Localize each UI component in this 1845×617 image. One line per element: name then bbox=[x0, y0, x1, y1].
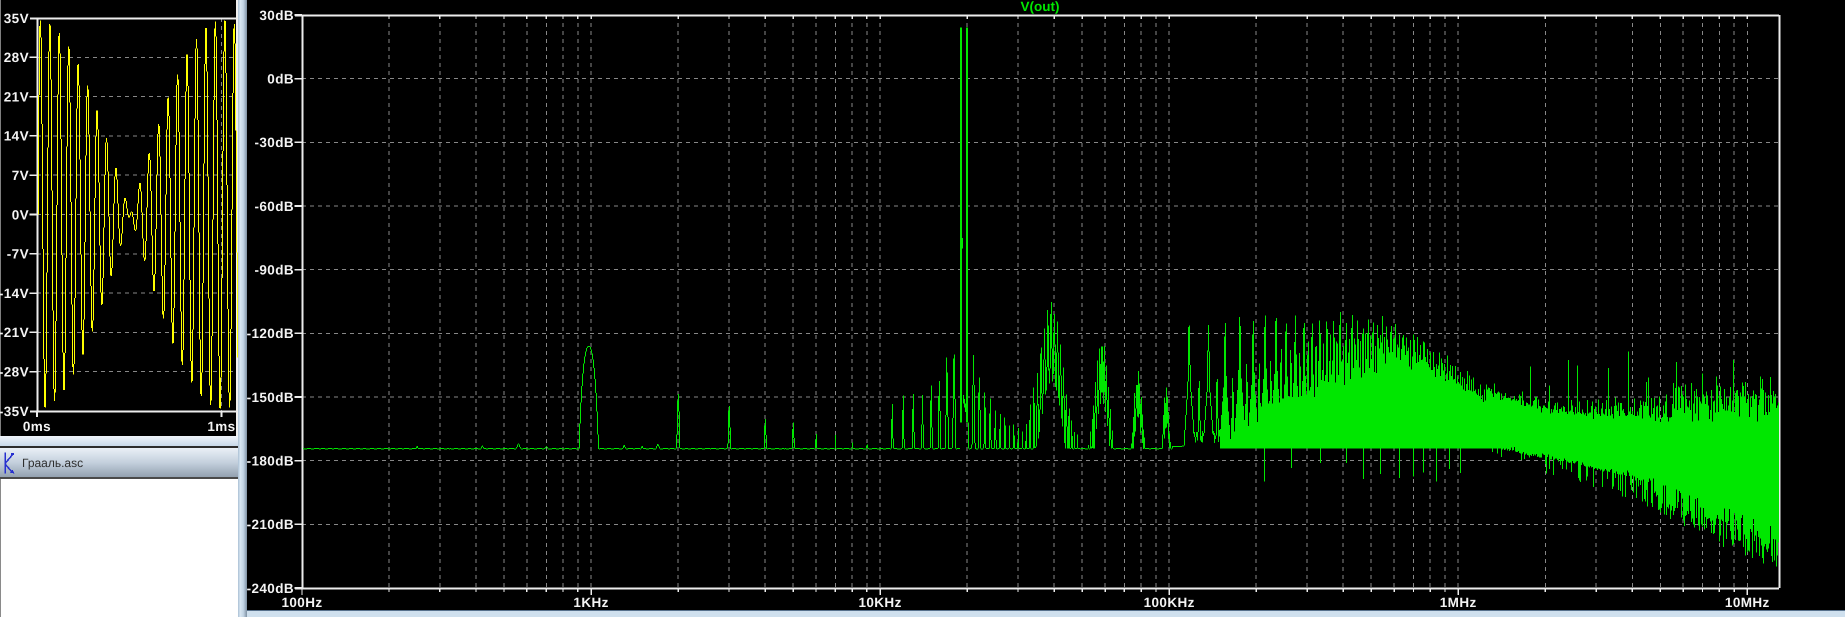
svg-text:0V: 0V bbox=[12, 207, 29, 222]
svg-text:-120dB: -120dB bbox=[247, 326, 294, 341]
svg-text:35V: 35V bbox=[4, 11, 29, 26]
svg-text:21V: 21V bbox=[4, 89, 29, 104]
svg-text:1ms: 1ms bbox=[207, 419, 235, 434]
svg-text:1MHz: 1MHz bbox=[1440, 595, 1477, 610]
svg-text:-14V: -14V bbox=[0, 286, 29, 301]
svg-text:0dB: 0dB bbox=[267, 72, 294, 87]
svg-text:-21V: -21V bbox=[0, 325, 29, 340]
svg-text:-7V: -7V bbox=[7, 247, 29, 262]
svg-text:14V: 14V bbox=[4, 129, 29, 144]
svg-text:-60dB: -60dB bbox=[254, 199, 294, 214]
svg-text:-240dB: -240dB bbox=[247, 581, 294, 596]
svg-text:-28V: -28V bbox=[0, 365, 29, 380]
svg-text:-210dB: -210dB bbox=[247, 517, 294, 532]
svg-text:-150dB: -150dB bbox=[247, 390, 294, 405]
svg-text:10MHz: 10MHz bbox=[1725, 595, 1770, 610]
svg-text:30dB: 30dB bbox=[259, 8, 294, 23]
svg-text:100Hz: 100Hz bbox=[281, 595, 322, 610]
svg-text:0ms: 0ms bbox=[23, 419, 51, 434]
svg-text:-35V: -35V bbox=[0, 404, 29, 419]
svg-text:-30dB: -30dB bbox=[254, 135, 294, 150]
svg-text:Грааль.asc: Грааль.asc bbox=[22, 456, 83, 470]
svg-text:10KHz: 10KHz bbox=[858, 595, 901, 610]
svg-text:-180dB: -180dB bbox=[247, 454, 294, 469]
svg-text:V(out): V(out) bbox=[1021, 0, 1060, 14]
svg-text:7V: 7V bbox=[12, 168, 29, 183]
svg-text:-90dB: -90dB bbox=[254, 263, 294, 278]
svg-text:1KHz: 1KHz bbox=[573, 595, 608, 610]
svg-text:28V: 28V bbox=[4, 50, 29, 65]
svg-text:100KHz: 100KHz bbox=[1144, 595, 1195, 610]
